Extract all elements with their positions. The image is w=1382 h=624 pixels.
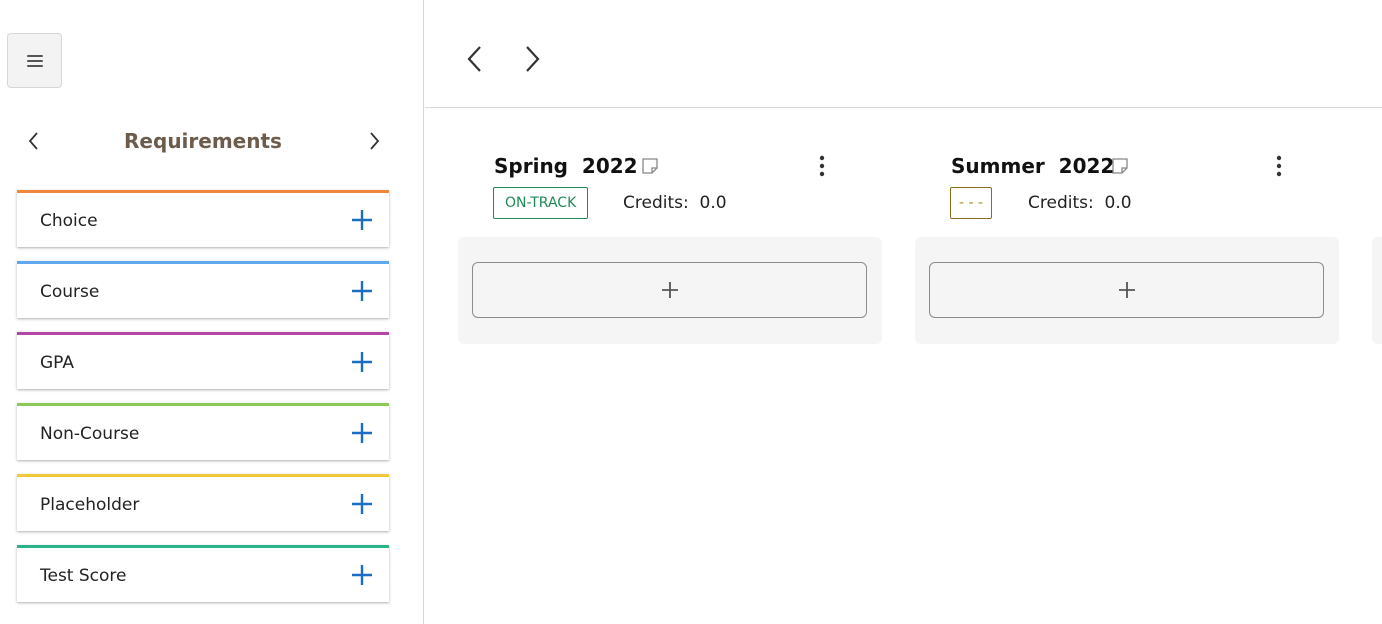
requirement-label: Test Score bbox=[40, 566, 127, 586]
add-course-icon[interactable] bbox=[349, 278, 375, 304]
term-menu-button[interactable] bbox=[1269, 152, 1289, 180]
requirements-next-button[interactable] bbox=[359, 121, 389, 161]
plus-icon bbox=[661, 282, 678, 298]
plan-main: Spring 2022 ON-TRACK Credits: 0.0 Summer… bbox=[425, 0, 1382, 624]
credits-text: Credits: bbox=[1028, 193, 1094, 213]
more-vertical-icon bbox=[1276, 155, 1282, 177]
chevron-right-icon bbox=[370, 132, 380, 150]
status-badge: ON-TRACK bbox=[493, 187, 589, 219]
more-vertical-icon bbox=[819, 155, 825, 177]
add-test-score-icon[interactable] bbox=[349, 562, 375, 588]
requirement-choice[interactable]: Choice bbox=[17, 190, 389, 247]
credits-label: Credits: 0.0 bbox=[1028, 187, 1132, 219]
add-placeholder-icon[interactable] bbox=[349, 491, 375, 517]
requirement-non-course[interactable]: Non-Course bbox=[17, 403, 389, 460]
add-choice-icon[interactable] bbox=[349, 207, 375, 233]
credits-value: 0.0 bbox=[699, 193, 727, 213]
hamburger-icon bbox=[26, 54, 43, 67]
add-gpa-icon[interactable] bbox=[349, 349, 375, 375]
add-course-button[interactable] bbox=[929, 262, 1324, 318]
term-courses-area bbox=[458, 237, 882, 344]
term-title: Summer 2022 bbox=[951, 154, 1115, 178]
chevron-right-icon bbox=[526, 46, 540, 72]
note-icon[interactable] bbox=[1111, 157, 1129, 175]
requirement-label: Non-Course bbox=[40, 424, 140, 444]
requirement-gpa[interactable]: GPA bbox=[17, 332, 389, 389]
requirements-header: Requirements bbox=[17, 121, 389, 161]
next-terms-button[interactable] bbox=[515, 40, 549, 78]
requirement-label: GPA bbox=[40, 353, 74, 373]
next-term-peek bbox=[1372, 237, 1382, 344]
menu-button[interactable] bbox=[7, 33, 62, 88]
requirement-label: Placeholder bbox=[40, 495, 140, 515]
credits-text: Credits: bbox=[623, 193, 689, 213]
add-non-course-icon[interactable] bbox=[349, 420, 375, 446]
add-course-button[interactable] bbox=[472, 262, 867, 318]
credits-label: Credits: 0.0 bbox=[623, 187, 727, 219]
term-navigation bbox=[425, 0, 1382, 108]
term-menu-button[interactable] bbox=[812, 152, 832, 180]
requirement-test-score[interactable]: Test Score bbox=[17, 545, 389, 602]
requirement-course[interactable]: Course bbox=[17, 261, 389, 318]
prev-terms-button[interactable] bbox=[458, 40, 492, 78]
note-icon[interactable] bbox=[641, 157, 659, 175]
requirements-title: Requirements bbox=[124, 129, 282, 153]
plus-icon bbox=[1118, 282, 1135, 298]
credits-value: 0.0 bbox=[1104, 193, 1132, 213]
requirement-placeholder[interactable]: Placeholder bbox=[17, 474, 389, 531]
term-title: Spring 2022 bbox=[494, 154, 638, 178]
requirement-label: Course bbox=[40, 282, 100, 302]
requirements-sidebar: Requirements Choice Course GPA Non-Cours… bbox=[0, 0, 424, 624]
status-badge: - - - bbox=[950, 187, 992, 219]
chevron-left-icon bbox=[467, 46, 481, 72]
term-courses-area bbox=[915, 237, 1339, 344]
requirement-label: Choice bbox=[40, 211, 98, 231]
